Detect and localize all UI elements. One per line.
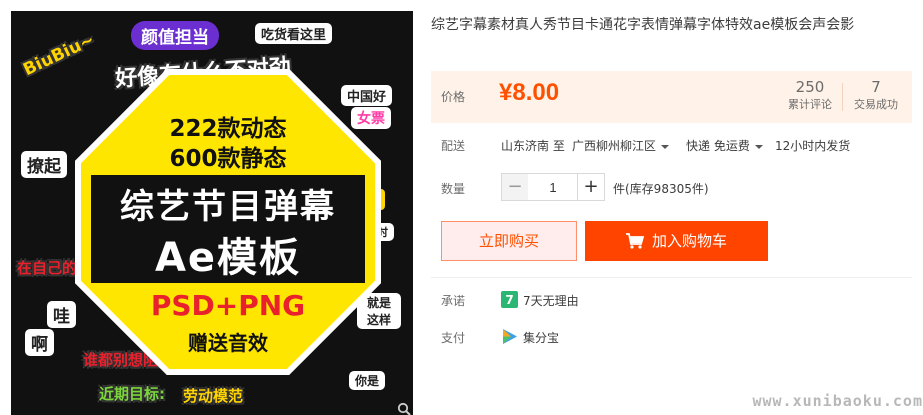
quantity-label: 数量	[441, 182, 466, 196]
quantity-input[interactable]	[528, 173, 578, 201]
promise-text[interactable]: 7天无理由	[523, 292, 579, 309]
sticker: 哇	[47, 301, 76, 328]
sticker: 吃货看这里	[255, 23, 333, 44]
seven-day-return-icon[interactable]: 7	[501, 291, 518, 308]
decrease-button[interactable]: −	[501, 173, 529, 201]
dispatch-time: 12小时内发货	[775, 139, 851, 153]
price-value: ¥8.00	[499, 79, 560, 106]
magnifier-icon[interactable]	[397, 402, 411, 415]
shipping-method-select[interactable]: 快递 免运费	[686, 137, 763, 154]
sticker: 中国好	[341, 85, 393, 106]
sticker: 劳动模范	[183, 387, 244, 405]
buy-now-label: 立即购买	[478, 232, 539, 250]
reviews-label: 累计评论	[788, 98, 832, 111]
shipping-from: 山东济南 至	[501, 139, 565, 153]
sticker: 你是	[349, 371, 386, 390]
sticker: 撩起	[21, 151, 67, 178]
payment-method[interactable]: 集分宝	[523, 329, 559, 346]
dynamic-count: 222款动态	[169, 116, 287, 142]
shipping-method: 快递 免运费	[686, 139, 750, 153]
sticker: 啊	[25, 329, 54, 356]
product-image[interactable]: 颜值担当 吃货看这里 BiuBiu~ 好像有什么不对劲 中国好 女票 撩起 加油…	[11, 11, 413, 415]
shipping-destination: 广西柳州柳江区	[572, 139, 657, 153]
payment-label: 支付	[441, 331, 466, 345]
jifenbao-icon[interactable]	[501, 328, 518, 345]
transactions-label: 交易成功	[854, 98, 898, 111]
chevron-down-icon	[661, 144, 670, 149]
add-to-cart-label: 加入购物车	[651, 232, 727, 250]
bonus-label: 赠送音效	[188, 331, 268, 355]
shopping-cart-icon	[625, 233, 644, 249]
reviews-stat[interactable]: 250 累计评论	[775, 77, 845, 113]
sticker: BiuBiu~	[20, 29, 98, 81]
static-count: 600款静态	[169, 146, 287, 172]
headline-subtitle: Ae模板	[154, 235, 302, 281]
quantity-stepper: − +	[501, 173, 605, 201]
seven-day-badge-text: 7	[505, 293, 513, 307]
reviews-count: 250	[795, 78, 825, 96]
buy-now-button[interactable]: 立即购买	[441, 221, 577, 261]
promise-label: 承诺	[441, 294, 466, 308]
transactions-stat: 7 交易成功	[841, 77, 911, 113]
price-label: 价格	[441, 90, 466, 104]
add-to-cart-button[interactable]: 加入购物车	[585, 221, 768, 261]
shipping-destination-select[interactable]: 广西柳州柳江区	[572, 137, 670, 154]
chevron-down-icon	[754, 144, 763, 149]
stock-count: 件(库存98305件)	[613, 182, 709, 196]
product-title: 综艺字幕素材真人秀节目卡通花字表情弹幕字体特效ae模板会声会影	[431, 17, 855, 33]
shipping-label: 配送	[441, 139, 466, 153]
watermark-text: www.xunibaoku.com	[752, 392, 923, 410]
section-divider	[431, 277, 912, 278]
transactions-count: 7	[871, 78, 881, 96]
headline-title: 综艺节目弹幕	[120, 187, 336, 227]
sticker: 在自己的	[17, 259, 78, 277]
price-panel: 价格 ¥8.00 250 累计评论 7 交易成功	[431, 71, 912, 123]
sticker: 颜值担当	[131, 21, 219, 50]
format-label: PSD+PNG	[150, 289, 306, 322]
sticker: 近期目标:	[99, 385, 165, 403]
increase-button[interactable]: +	[577, 173, 605, 201]
